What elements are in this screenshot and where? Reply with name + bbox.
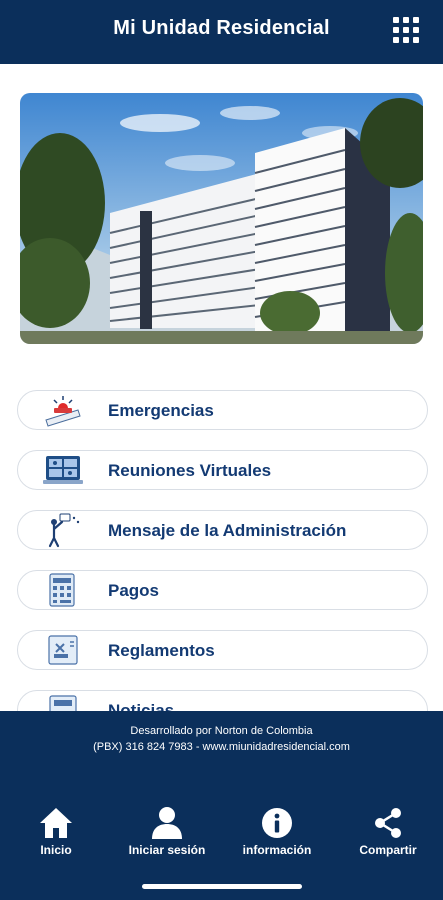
menu-label-reuniones-virtuales: Reuniones Virtuales (108, 461, 272, 480)
nav-label-iniciar-sesion: Iniciar sesión (128, 843, 206, 857)
main-menu: Emergencias Reuniones Virtuales Mensaje … (0, 0, 443, 711)
menu-label-reglamentos: Reglamentos (108, 641, 215, 660)
rules-icon (40, 626, 84, 674)
menu-item-reuniones-virtuales[interactable]: Reuniones Virtuales (17, 450, 428, 490)
video-meeting-icon (40, 446, 84, 494)
nav-item-iniciar-sesion[interactable]: Iniciar sesión (117, 806, 217, 857)
nav-item-inicio[interactable]: Inicio (6, 806, 106, 857)
building-photo (20, 93, 423, 344)
footer-developer: Desarrollado por Norton de Colombia (130, 725, 313, 737)
nav-label-informacion: información (242, 843, 312, 857)
menu-label-emergencias: Emergencias (108, 401, 214, 420)
payments-icon (40, 566, 84, 614)
footer-contact: (PBX) 316 824 7983 - www.miunidadresiden… (93, 741, 350, 753)
menu-label-pagos: Pagos (108, 581, 160, 600)
menu-label-noticias: Noticias (108, 701, 175, 711)
nav-label-compartir: Compartir (359, 843, 417, 857)
emergency-icon (40, 386, 84, 434)
announcement-icon (40, 506, 84, 554)
info-icon (262, 808, 292, 838)
menu-item-pagos[interactable]: Pagos (17, 570, 428, 610)
nav-label-inicio: Inicio (40, 843, 72, 857)
menu-item-reglamentos[interactable]: Reglamentos (17, 630, 428, 670)
menu-label-mensaje-administracion: Mensaje de la Administración (108, 521, 347, 540)
nav-item-compartir[interactable]: Compartir (338, 806, 438, 857)
footer-credits: Desarrollado por Norton de Colombia (PBX… (0, 723, 443, 755)
user-icon (152, 807, 182, 839)
nav-item-informacion[interactable]: información (227, 806, 327, 857)
share-icon (375, 808, 401, 838)
home-icon (40, 808, 72, 838)
bottom-nav: Inicio Iniciar sesión información Compar… (0, 806, 443, 866)
menu-item-noticias[interactable]: Noticias (17, 690, 428, 711)
home-indicator[interactable] (142, 884, 302, 889)
menu-item-emergencias[interactable]: Emergencias (17, 390, 428, 430)
menu-item-mensaje-administracion[interactable]: Mensaje de la Administración (17, 510, 428, 550)
news-icon (40, 686, 84, 711)
